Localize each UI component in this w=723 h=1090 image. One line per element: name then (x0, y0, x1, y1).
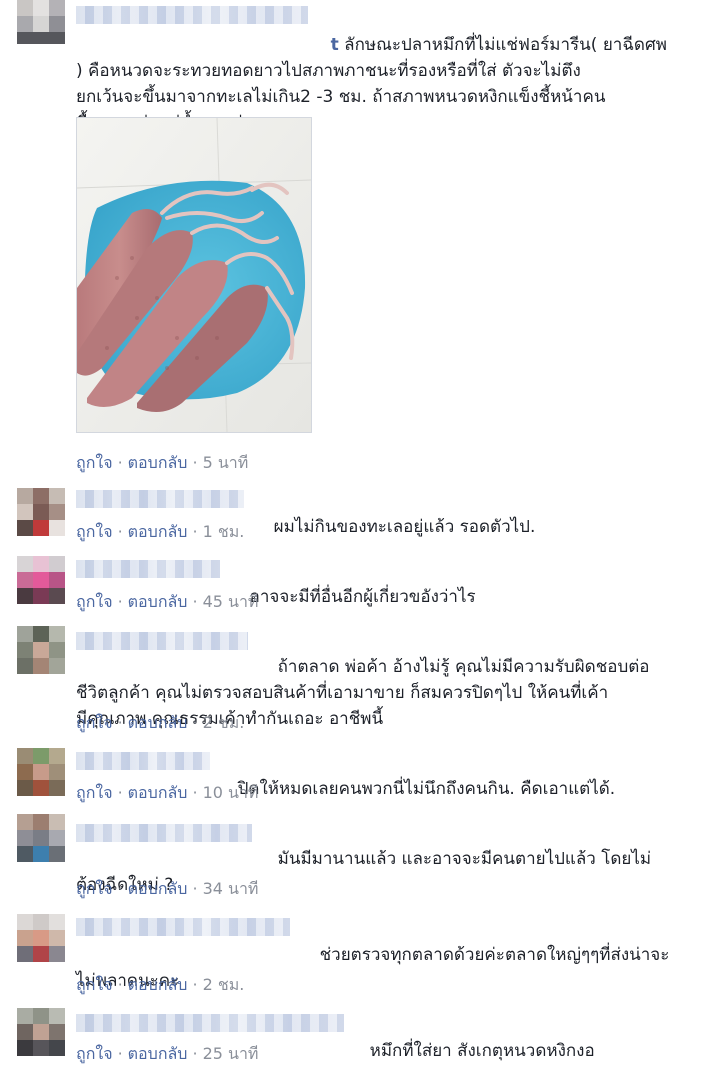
like-link[interactable]: ถูกใจ (76, 975, 113, 994)
reply-link[interactable]: ตอบกลับ (128, 783, 188, 802)
timestamp[interactable]: 2 ชม. (203, 713, 245, 732)
comment-body: ผมไม่กินของทะเลอยู่แล้ว รอดตัวไป. (273, 517, 536, 537)
comment-actions: ถูกใจ · ตอบกลับ · 25 นาที (76, 1044, 259, 1063)
avatar[interactable] (17, 626, 65, 674)
reply-link[interactable]: ตอบกลับ (128, 453, 188, 472)
comment-text: ถ้าตลาด พ่อค้า อ้างไม่รู้ คุณไม่มีความรั… (76, 628, 703, 758)
like-link[interactable]: ถูกใจ (76, 522, 113, 541)
comment-actions: ถูกใจ · ตอบกลับ · 2 ชม. (76, 975, 245, 994)
author-name-redacted[interactable] (76, 752, 210, 770)
comment-item: หมึกที่ใส่ยา สังเกตุหนวดหงิกงอ ถูกใจ · ตอบ… (0, 1008, 723, 1063)
comment-body: อาจจะมีที่อื่นอีกผู้เกี่ยวขอังว่าไร (249, 587, 476, 607)
comment-item: อาจจะมีที่อื่นอีกผู้เกี่ยวขอังว่าไร ถูกใ… (0, 556, 723, 618)
avatar[interactable] (17, 488, 65, 536)
timestamp[interactable]: 5 นาที (203, 453, 249, 472)
author-name-redacted[interactable] (76, 1014, 344, 1032)
avatar[interactable] (17, 556, 65, 604)
comment-text: ปิดให้หมดเลยคนพวกนี่ไม่นึกถึงคนกิน. คืดเ… (216, 750, 703, 828)
reply-link[interactable]: ตอบกลับ (128, 522, 188, 541)
timestamp[interactable]: 2 ชม. (203, 975, 245, 994)
timestamp[interactable]: 25 นาที (203, 1044, 259, 1063)
comment-text: ผมไม่กินของทะเลอยู่แล้ว รอดตัวไป. (252, 488, 703, 566)
comment-item: t ลักษณะปลาหมึกที่ไม่แช่ฟอร์มารีน( ยาฉีด… (0, 0, 723, 480)
like-link[interactable]: ถูกใจ (76, 783, 113, 802)
comment-actions: ถูกใจ · ตอบกลับ · 34 นาที (76, 879, 259, 898)
author-name-tail[interactable]: t (331, 35, 339, 55)
like-link[interactable]: ถูกใจ (76, 1044, 113, 1063)
comment-actions: ถูกใจ · ตอบกลับ · 1 ชม. (76, 522, 245, 541)
reply-link[interactable]: ตอบกลับ (128, 1044, 188, 1063)
comment-text: มันมีมานานแล้ว และอาจจะมีคนตายไปแล้ว โดย… (76, 820, 703, 924)
timestamp[interactable]: 1 ชม. (203, 522, 245, 541)
like-link[interactable]: ถูกใจ (76, 713, 113, 732)
timestamp[interactable]: 45 นาที (203, 592, 259, 611)
comment-item: ถ้าตลาด พ่อค้า อ้างไม่รู้ คุณไม่มีความรั… (0, 624, 723, 736)
comment-actions: ถูกใจ · ตอบกลับ · 45 นาที (76, 592, 259, 611)
avatar[interactable] (17, 914, 65, 962)
timestamp[interactable]: 10 นาที (203, 783, 259, 802)
timestamp[interactable]: 34 นาที (203, 879, 259, 898)
like-link[interactable]: ถูกใจ (76, 879, 113, 898)
squid-photo[interactable] (76, 117, 312, 433)
comment-item: ผมไม่กินของทะเลอยู่แล้ว รอดตัวไป. ถูกใจ ·… (0, 486, 723, 548)
reply-link[interactable]: ตอบกลับ (128, 592, 188, 611)
squid-on-plate-image (77, 118, 311, 432)
comment-item: มันมีมานานแล้ว และอาจจะมีคนตายไปแล้ว โดย… (0, 814, 723, 904)
like-link[interactable]: ถูกใจ (76, 453, 113, 472)
comment-body: ปิดให้หมดเลยคนพวกนี่ไม่นึกถึงคนกิน. คืดเ… (237, 779, 616, 799)
comment-body: หมึกที่ใส่ยา สังเกตุหนวดหงิกงอ (369, 1041, 595, 1061)
comment-actions: ถูกใจ · ตอบกลับ · 2 ชม. (76, 713, 245, 732)
comment-actions: ถูกใจ · ตอบกลับ · 10 นาที (76, 783, 259, 802)
comment-item: ปิดให้หมดเลยคนพวกนี่ไม่นึกถึงคนกิน. คืดเ… (0, 748, 723, 808)
comment-text: ช่วยตรวจทุกตลาดด้วยค่ะตลาดใหญ่ๆๆที่ส่งน่… (76, 916, 703, 1020)
reply-link[interactable]: ตอบกลับ (128, 713, 188, 732)
comment-actions: ถูกใจ · ตอบกลับ · 5 นาที (76, 453, 249, 472)
reply-link[interactable]: ตอบกลับ (128, 975, 188, 994)
author-name-redacted[interactable] (76, 560, 220, 578)
like-link[interactable]: ถูกใจ (76, 592, 113, 611)
avatar[interactable] (17, 748, 65, 796)
avatar[interactable] (17, 1008, 65, 1056)
avatar[interactable] (17, 814, 65, 862)
avatar[interactable] (17, 0, 65, 44)
author-name-redacted[interactable] (76, 490, 244, 508)
comment-item: ช่วยตรวจทุกตลาดด้วยค่ะตลาดใหญ่ๆๆที่ส่งน่… (0, 914, 723, 998)
reply-link[interactable]: ตอบกลับ (128, 879, 188, 898)
comment-text: หมึกที่ใส่ยา สังเกตุหนวดหงิกงอ (348, 1012, 703, 1090)
